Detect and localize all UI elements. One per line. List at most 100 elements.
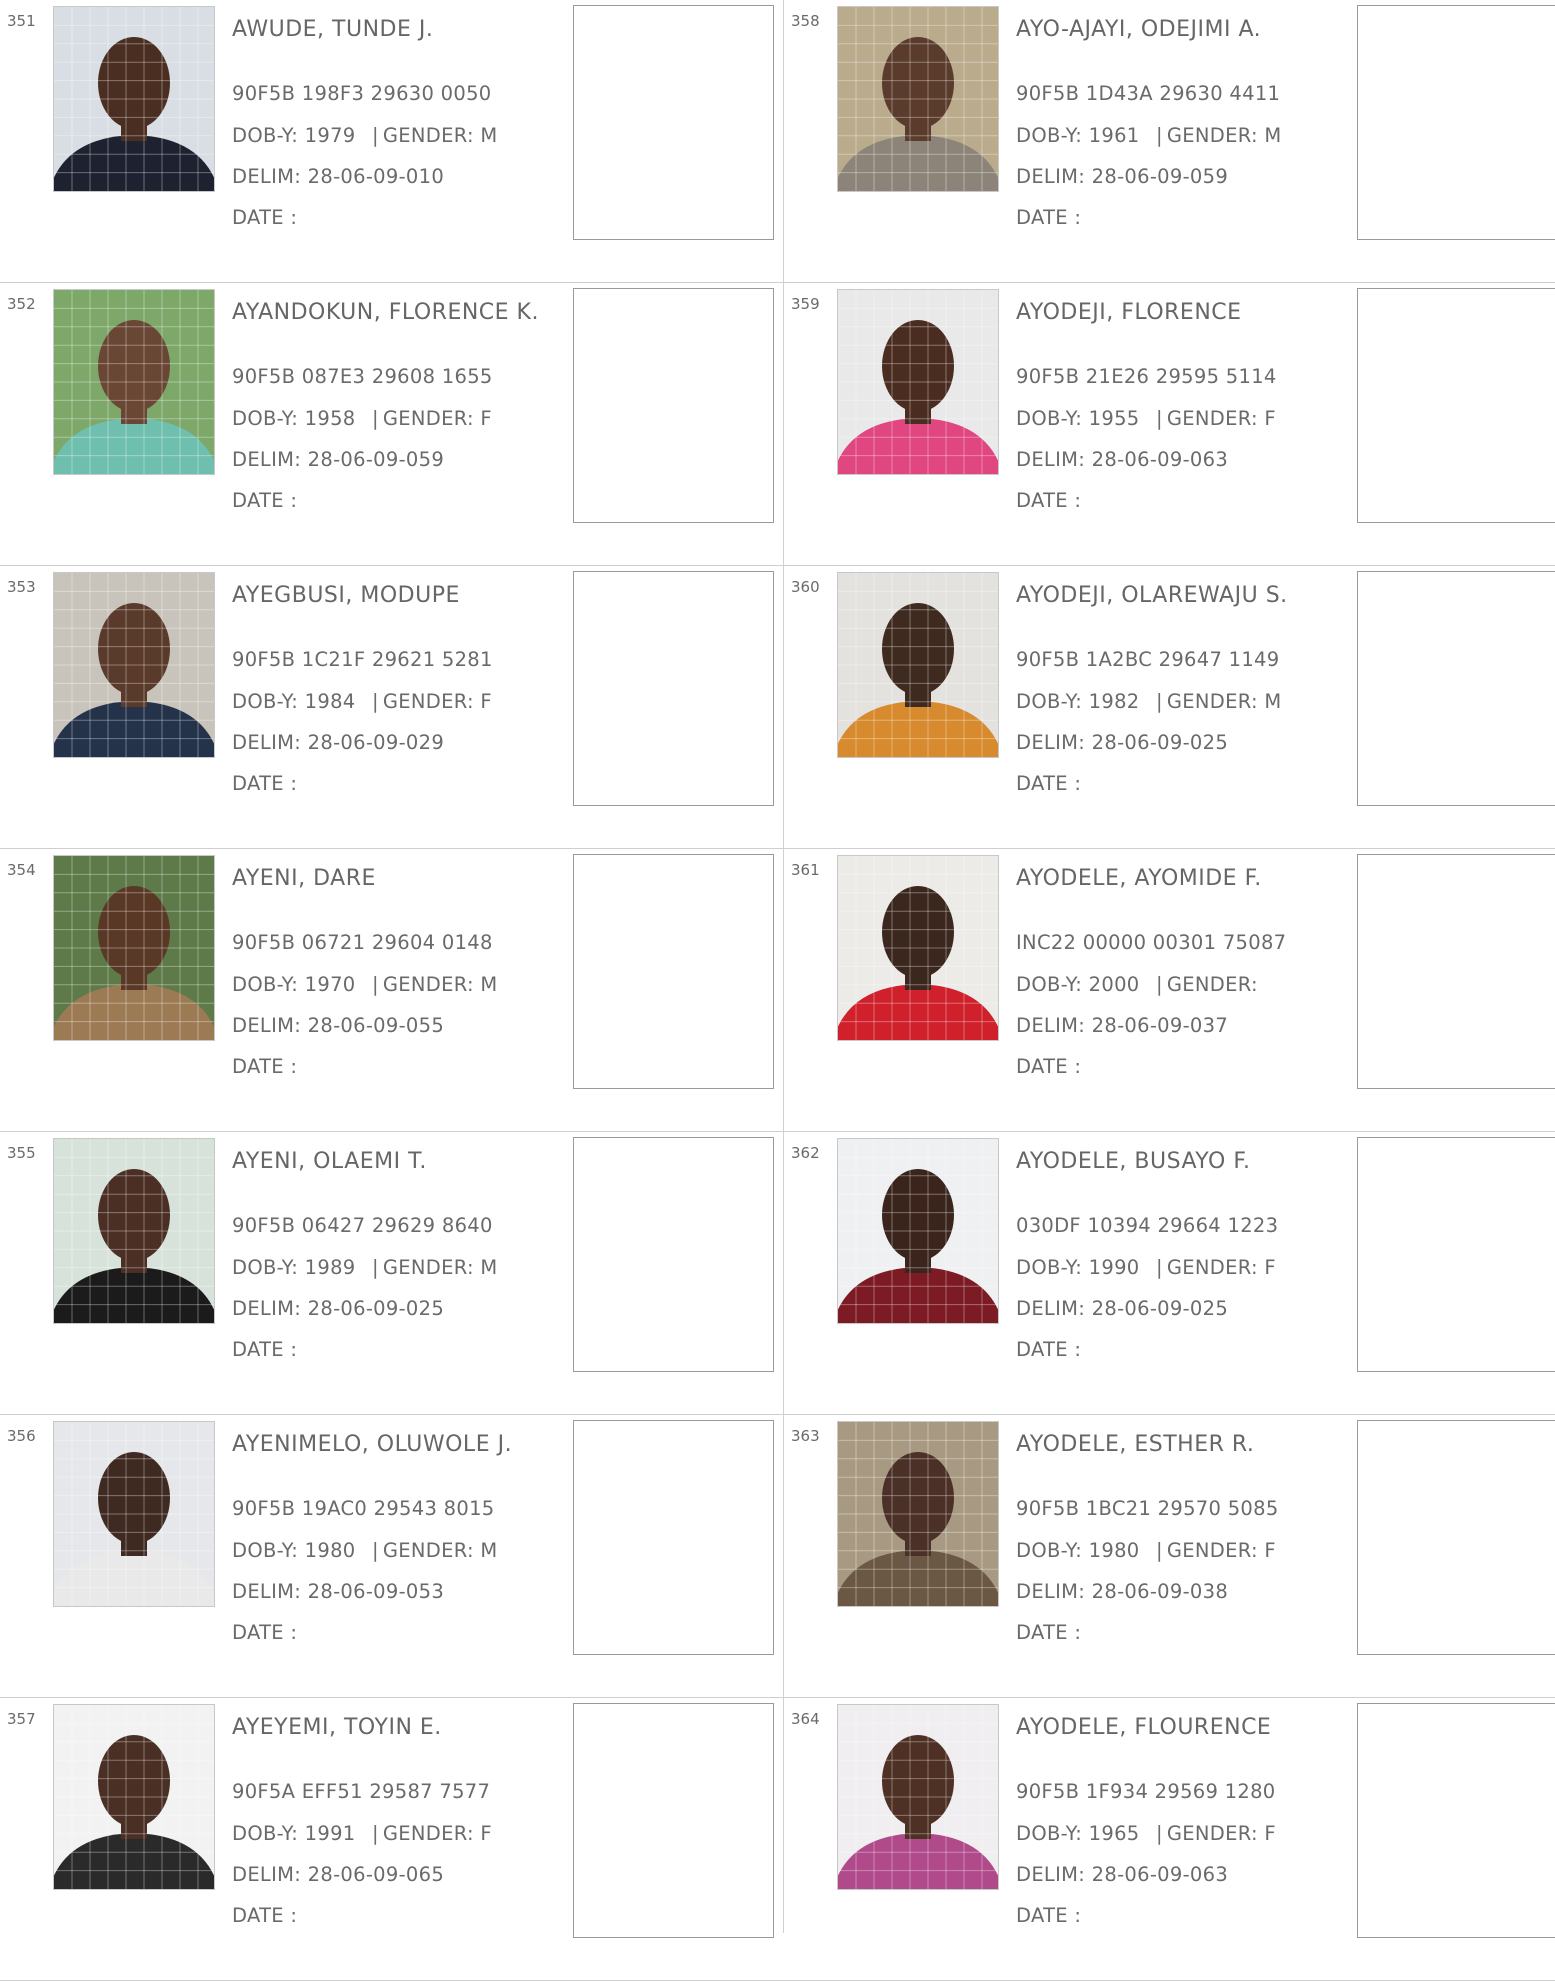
voter-delim: DELIM: 28-06-09-063 (1016, 448, 1228, 471)
voter-date: DATE : (1016, 1621, 1081, 1644)
delim-value: 28-06-09-065 (307, 1863, 445, 1886)
gender-label: GENDER: (1166, 690, 1258, 713)
voter-date: DATE : (232, 1338, 297, 1361)
voter-entry-362: 362 AYODELE, BUSAYO F. 030DF 10394 29664… (784, 1132, 1555, 1415)
gender-value: F (1264, 1539, 1276, 1562)
dob-value: 1965 (1088, 1822, 1140, 1845)
thumbprint-box (1357, 1703, 1555, 1938)
gender-label: GENDER: (1166, 1822, 1258, 1845)
dob-label: DOB-Y: (232, 1822, 299, 1845)
gender-label: GENDER: (382, 1256, 474, 1279)
dob-value: 1955 (1088, 407, 1140, 430)
delim-label: DELIM: (1016, 1580, 1086, 1603)
dob-gender-separator: | (371, 973, 379, 996)
voter-entry-364: 364 AYODELE, FLOURENCE 90F5B 1F934 29569… (784, 1698, 1555, 1981)
delim-value: 28-06-09-037 (1091, 1014, 1229, 1037)
voter-vin: 90F5B 1D43A 29630 4411 (1016, 82, 1281, 105)
thumbprint-box (1357, 1420, 1555, 1655)
voter-name: AYO-AJAYI, ODEJIMI A. (1016, 17, 1262, 42)
voter-entry-353: 353 AYEGBUSI, MODUPE 90F5B 1C21F 29621 5… (0, 566, 784, 849)
voter-photo (837, 1704, 999, 1890)
dob-label: DOB-Y: (232, 124, 299, 147)
date-label: DATE : (1016, 489, 1082, 512)
voter-dob-gender: DOB-Y: 1955 | GENDER: F (1016, 407, 1276, 430)
dob-gender-separator: | (1155, 973, 1163, 996)
dob-gender-separator: | (1155, 1256, 1163, 1279)
photo-face (98, 603, 170, 695)
voter-dob-gender: DOB-Y: 1979 | GENDER: M (232, 124, 497, 147)
voter-photo (837, 1138, 999, 1324)
gender-label: GENDER: (382, 124, 474, 147)
photo-face (98, 886, 170, 978)
dob-value: 1991 (304, 1822, 356, 1845)
gender-value: M (1264, 124, 1282, 147)
date-label: DATE : (1016, 1338, 1082, 1361)
delim-label: DELIM: (1016, 1297, 1086, 1320)
dob-value: 1982 (1088, 690, 1140, 713)
delim-label: DELIM: (1016, 448, 1086, 471)
voter-name: AYODELE, ESTHER R. (1016, 1432, 1255, 1457)
delim-value: 28-06-09-038 (1091, 1580, 1229, 1603)
date-label: DATE : (1016, 1904, 1082, 1927)
photo-face (98, 1169, 170, 1261)
voter-entry-351: 351 AWUDE, TUNDE J. 90F5B 198F3 29630 00… (0, 0, 784, 283)
entry-serial-number: 357 (7, 1710, 36, 1728)
voter-date: DATE : (232, 489, 297, 512)
gender-value: M (480, 1256, 498, 1279)
delim-value: 28-06-09-055 (307, 1014, 445, 1037)
delim-label: DELIM: (232, 1297, 302, 1320)
entry-serial-number: 356 (7, 1427, 36, 1445)
gender-value: F (480, 407, 492, 430)
dob-gender-separator: | (1155, 124, 1163, 147)
voter-name: AYEGBUSI, MODUPE (232, 583, 460, 608)
voter-dob-gender: DOB-Y: 1961 | GENDER: M (1016, 124, 1281, 147)
voter-date: DATE : (1016, 772, 1081, 795)
thumbprint-box (573, 288, 774, 523)
entry-serial-number: 358 (791, 12, 820, 30)
voter-vin: 90F5B 21E26 29595 5114 (1016, 365, 1277, 388)
photo-face (882, 1735, 954, 1827)
date-label: DATE : (232, 1904, 298, 1927)
gender-label: GENDER: (382, 407, 474, 430)
voter-entry-356: 356 AYENIMELO, OLUWOLE J. 90F5B 19AC0 29… (0, 1415, 784, 1698)
dob-label: DOB-Y: (1016, 690, 1083, 713)
dob-label: DOB-Y: (232, 690, 299, 713)
gender-value: F (480, 1822, 492, 1845)
gender-value: F (1264, 407, 1276, 430)
dob-gender-separator: | (371, 407, 379, 430)
voter-photo (53, 1138, 215, 1324)
delim-label: DELIM: (232, 1580, 302, 1603)
photo-face (882, 603, 954, 695)
voter-vin: 90F5B 19AC0 29543 8015 (232, 1497, 495, 1520)
voter-delim: DELIM: 28-06-09-055 (232, 1014, 444, 1037)
dob-gender-separator: | (371, 124, 379, 147)
dob-value: 1980 (304, 1539, 356, 1562)
voter-date: DATE : (1016, 489, 1081, 512)
register-column-right: 358 AYO-AJAYI, ODEJIMI A. 90F5B 1D43A 29… (784, 0, 1555, 1981)
entry-serial-number: 354 (7, 861, 36, 879)
voter-name: AYODEJI, FLORENCE (1016, 300, 1242, 325)
dob-label: DOB-Y: (1016, 407, 1083, 430)
voter-date: DATE : (1016, 206, 1081, 229)
dob-label: DOB-Y: (1016, 1256, 1083, 1279)
voter-entry-357: 357 AYEYEMI, TOYIN E. 90F5A EFF51 29587 … (0, 1698, 784, 1981)
voter-photo (837, 855, 999, 1041)
voter-vin: 90F5B 198F3 29630 0050 (232, 82, 492, 105)
photo-face (882, 37, 954, 129)
gender-value: F (480, 690, 492, 713)
thumbprint-box (573, 571, 774, 806)
delim-value: 28-06-09-010 (307, 165, 445, 188)
voter-name: AYENI, OLAEMI T. (232, 1149, 427, 1174)
entry-serial-number: 364 (791, 1710, 820, 1728)
voter-vin: 90F5B 087E3 29608 1655 (232, 365, 493, 388)
entry-serial-number: 361 (791, 861, 820, 879)
gender-label: GENDER: (1166, 407, 1258, 430)
gender-label: GENDER: (1166, 973, 1258, 996)
thumbprint-box (1357, 5, 1555, 240)
gender-label: GENDER: (1166, 1256, 1258, 1279)
voter-dob-gender: DOB-Y: 1958 | GENDER: F (232, 407, 492, 430)
voter-name: AYENI, DARE (232, 866, 376, 891)
dob-value: 1961 (1088, 124, 1140, 147)
voter-delim: DELIM: 28-06-09-053 (232, 1580, 444, 1603)
delim-label: DELIM: (232, 1863, 302, 1886)
